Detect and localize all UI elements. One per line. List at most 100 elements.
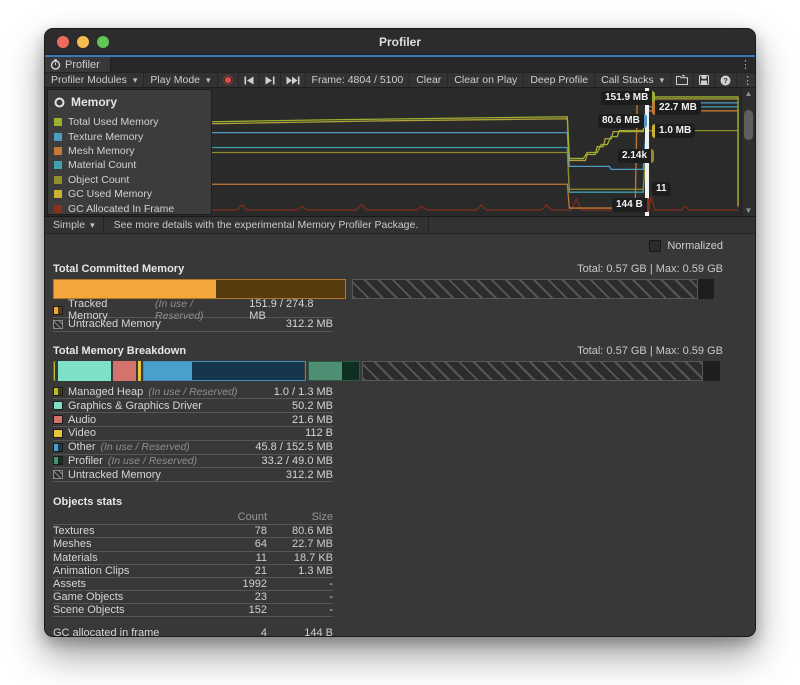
legend-swatch <box>53 387 63 396</box>
legend-row-value: 50.2 MB <box>292 400 333 412</box>
memory-legend-row[interactable]: Managed Heap(In use / Reserved)1.0 / 1.3… <box>53 386 333 400</box>
chart-scrollbar[interactable]: ▲ ▼ <box>741 88 755 216</box>
table-row[interactable]: Scene Objects152- <box>53 604 333 617</box>
legend-item[interactable]: Material Count <box>54 158 205 172</box>
untracked-memory-segment[interactable] <box>352 279 698 299</box>
breakdown-segment[interactable] <box>308 361 360 381</box>
load-profile-button[interactable] <box>671 73 694 87</box>
normalized-checkbox[interactable] <box>649 240 661 252</box>
memory-module-row: Memory Total Used MemoryTexture Memory Me… <box>45 88 755 217</box>
breakdown-segment[interactable] <box>58 361 111 381</box>
legend-label: Total Used Memory <box>68 116 158 128</box>
untracked-memory-segment[interactable] <box>362 361 704 381</box>
view-mode-dropdown[interactable]: Simple ▾ <box>45 217 104 233</box>
legend-row-value: 21.6 MB <box>292 414 333 426</box>
frame-counter-label: Frame: 4804 / 5100 <box>312 74 404 86</box>
load-folder-icon <box>676 75 688 85</box>
cell-size: - <box>267 591 333 603</box>
column-header-count: Count <box>209 511 267 523</box>
memory-legend-row[interactable]: Other(In use / Reserved)45.8 / 152.5 MB <box>53 441 333 455</box>
memory-legend-row[interactable]: Video112 B <box>53 427 333 441</box>
memory-legend-row[interactable]: Audio21.6 MB <box>53 413 333 427</box>
cell-name: Game Objects <box>53 591 209 603</box>
tracked-memory-segment[interactable] <box>53 279 346 299</box>
scroll-down-icon[interactable]: ▼ <box>742 206 755 215</box>
profiler-toolbar: Profiler Modules ▾ Play Mode ▾ <box>45 72 755 88</box>
tab-overflow-menu-icon[interactable]: ⋮ <box>740 58 751 71</box>
clear-button[interactable]: Clear <box>410 73 448 87</box>
scrollbar-thumb[interactable] <box>744 110 753 140</box>
tab-profiler[interactable]: Profiler <box>45 57 111 72</box>
memory-chart[interactable]: 151.9 MB22.7 MB80.6 MB1.0 MB2.14k11144 B <box>212 88 741 216</box>
profiler-modules-dropdown[interactable]: Profiler Modules ▾ <box>45 73 144 87</box>
legend-item[interactable]: GC Used Memory <box>54 187 205 201</box>
close-window-button[interactable] <box>57 36 69 48</box>
legend-swatch <box>53 415 63 424</box>
legend-item[interactable]: Texture Memory <box>54 129 205 143</box>
legend-row-label: Untracked Memory <box>68 469 161 481</box>
current-frame-button[interactable] <box>281 73 306 87</box>
toolbar-overflow-icon[interactable]: ⋮ <box>737 73 756 87</box>
chevron-down-icon: ▾ <box>127 75 138 86</box>
breakdown-segment[interactable] <box>113 361 136 381</box>
objects-stats-table: CountSizeTextures7880.6 MBMeshes6422.7 M… <box>53 510 333 637</box>
legend-swatch <box>53 443 63 452</box>
cell-name: Textures <box>53 525 209 537</box>
memory-module-title: Memory <box>71 95 117 109</box>
gc-allocated-row[interactable]: GC allocated in frame4144 B <box>53 626 333 637</box>
legend-item[interactable]: Total Used Memory <box>54 115 205 129</box>
legend-item[interactable]: GC Allocated In Frame <box>54 201 205 215</box>
call-stacks-label: Call Stacks <box>601 74 654 86</box>
bar-endcap <box>703 361 719 381</box>
legend-row-value: 112 B <box>305 427 333 439</box>
deep-profile-button[interactable]: Deep Profile <box>524 73 595 87</box>
memory-legend-row[interactable]: Untracked Memory312.2 MB <box>53 468 333 482</box>
legend-row-qualifier: (In use / Reserved) <box>155 298 244 322</box>
normalized-label: Normalized <box>667 240 723 252</box>
help-button[interactable]: ? <box>715 73 737 87</box>
clear-on-play-button[interactable]: Clear on Play <box>448 73 524 87</box>
cell-size: 80.6 MB <box>267 525 333 537</box>
legend-swatch <box>53 320 63 329</box>
profiler-stopwatch-icon <box>50 59 61 70</box>
scroll-up-icon[interactable]: ▲ <box>742 89 755 98</box>
table-row[interactable]: Textures7880.6 MB <box>53 525 333 538</box>
memory-module-header[interactable]: Memory <box>54 95 205 109</box>
table-row[interactable]: Assets1992- <box>53 578 333 591</box>
zoom-window-button[interactable] <box>97 36 109 48</box>
legend-row-qualifier: (In use / Reserved) <box>108 455 197 467</box>
play-mode-dropdown[interactable]: Play Mode ▾ <box>144 73 217 87</box>
call-stacks-dropdown[interactable]: Call Stacks ▾ <box>595 73 671 87</box>
save-profile-button[interactable] <box>694 73 715 87</box>
breakdown-segment[interactable] <box>143 361 306 381</box>
bar-endcap <box>698 279 714 299</box>
frame-counter: Frame: 4804 / 5100 <box>306 73 411 87</box>
cell-name: Animation Clips <box>53 565 209 577</box>
table-row[interactable]: Materials1118.7 KB <box>53 552 333 565</box>
legend-label: Mesh Memory <box>68 145 135 157</box>
legend-item[interactable]: Object Count <box>54 173 205 187</box>
record-button[interactable] <box>218 73 239 87</box>
minimize-window-button[interactable] <box>77 36 89 48</box>
memory-legend-row[interactable]: Tracked Memory(In use / Reserved)151.9 /… <box>53 304 333 318</box>
segment-reserved <box>192 362 305 380</box>
window-title: Profiler <box>45 35 755 49</box>
cell-size: - <box>267 604 333 616</box>
previous-frame-button[interactable] <box>239 73 260 87</box>
cell-count: 21 <box>209 565 267 577</box>
clear-label: Clear <box>416 74 441 86</box>
swatch-reserved <box>58 457 62 464</box>
current-frame-icon <box>286 76 300 85</box>
memory-legend-row[interactable]: Profiler(In use / Reserved)33.2 / 49.0 M… <box>53 455 333 469</box>
cell-name: GC allocated in frame <box>53 627 209 637</box>
table-row[interactable]: Meshes6422.7 MB <box>53 538 333 551</box>
legend-swatch <box>53 429 63 438</box>
normalized-row: Normalized <box>53 238 723 254</box>
memory-legend-row[interactable]: Graphics & Graphics Driver50.2 MB <box>53 399 333 413</box>
legend-item[interactable]: Mesh Memory <box>54 144 205 158</box>
legend-row-value: 45.8 / 152.5 MB <box>255 441 333 453</box>
next-frame-button[interactable] <box>260 73 281 87</box>
table-row[interactable]: Animation Clips211.3 MB <box>53 565 333 578</box>
table-row[interactable]: Game Objects23- <box>53 591 333 604</box>
previous-frame-icon <box>244 76 254 85</box>
